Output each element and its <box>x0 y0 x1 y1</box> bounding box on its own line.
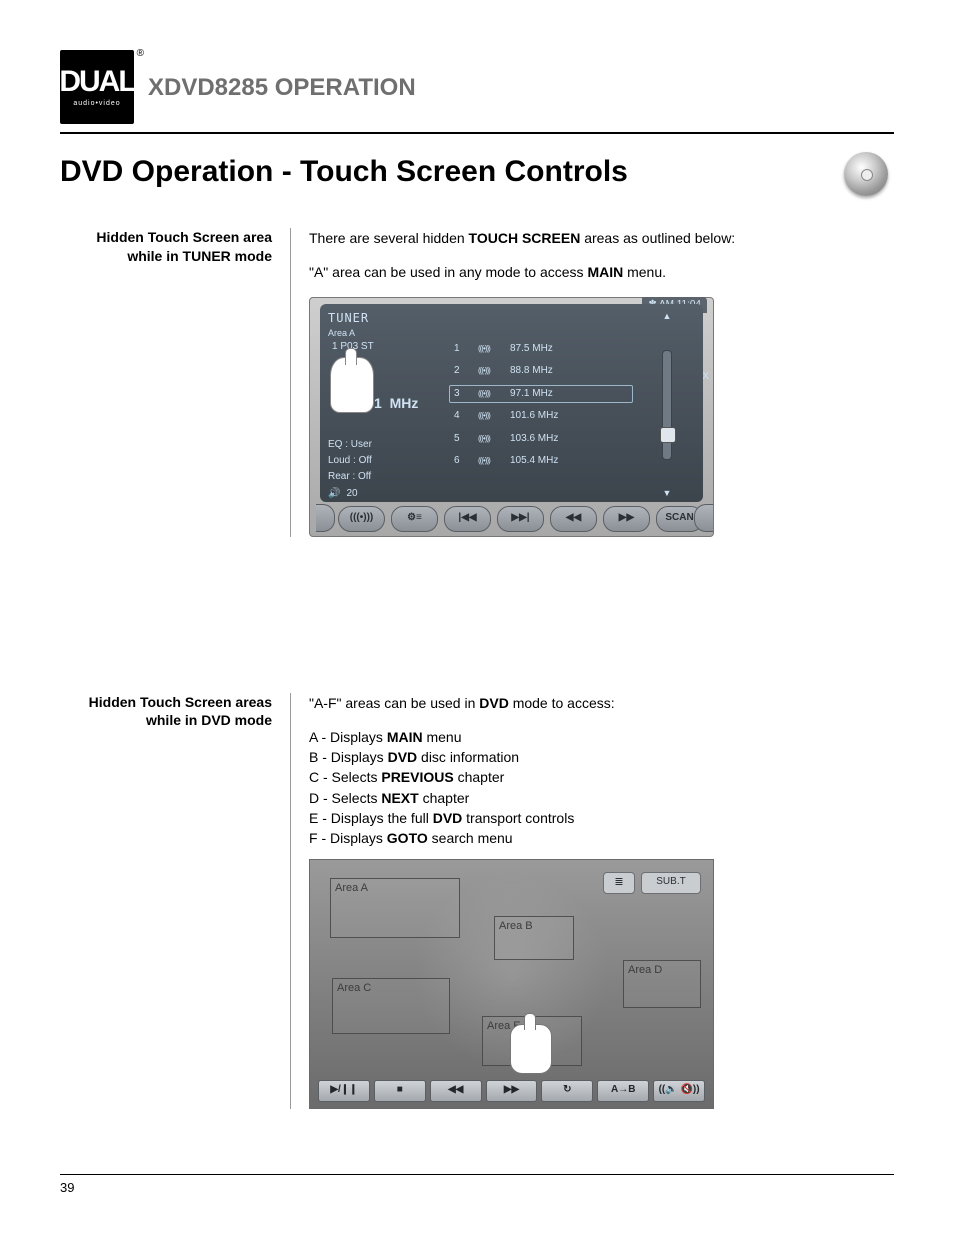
section1-content: There are several hidden TOUCH SCREEN ar… <box>290 228 894 537</box>
touch-area-d[interactable]: Area D <box>623 960 701 1008</box>
tuner-left-tab[interactable] <box>316 504 335 532</box>
registered-mark: ® <box>137 48 144 59</box>
radio-button[interactable]: (((•))) <box>338 506 385 532</box>
section2-side-label: Hidden Touch Screen areas while in DVD m… <box>60 693 290 1109</box>
touch-area-c[interactable]: Area C <box>332 978 450 1034</box>
logo-text: DUAL <box>59 67 134 97</box>
ab-repeat-button[interactable]: A→B <box>597 1080 649 1102</box>
tuner-eq: EQ : User <box>328 437 443 453</box>
area-e-desc: E - Displays the full DVD transport cont… <box>309 808 894 828</box>
tuner-preset-list: 187.5 MHz 288.8 MHz 397.1 MHz 4101.6 MHz… <box>449 310 633 502</box>
signal-icon <box>478 432 500 447</box>
preset-row[interactable]: 4101.6 MHz <box>449 407 633 426</box>
preset-row[interactable]: 288.8 MHz <box>449 362 633 381</box>
fast-forward-button[interactable]: ▶▶ <box>603 506 650 532</box>
logo-subtext: audio•video <box>73 100 120 107</box>
page-number: 39 <box>60 1180 74 1195</box>
signal-icon <box>478 364 500 379</box>
tuner-area-a-label: Area A <box>328 327 443 340</box>
touch-area-b[interactable]: Area B <box>494 916 574 960</box>
area-f-desc: F - Displays GOTO search menu <box>309 828 894 848</box>
tuner-screenshot: ✽ AM 11:04 DX TUNER Area A 1 P03 ST 1 MH… <box>309 297 714 537</box>
area-b-desc: B - Displays DVD disc information <box>309 747 894 767</box>
header-title: XDVD8285 OPERATION <box>148 74 416 102</box>
dvd-screenshot: ≣ SUB.T Area A Area B Area C Area D Area… <box>309 859 714 1109</box>
rewind-button[interactable]: ◀◀ <box>550 506 597 532</box>
section2-intro: "A-F" areas can be used in DVD mode to a… <box>309 693 894 713</box>
subtitle-button[interactable]: SUB.T <box>641 872 701 894</box>
tuner-volume: 20 <box>346 487 357 502</box>
section-name: OPERATION <box>275 74 416 101</box>
hand-pointer-icon <box>510 1024 552 1074</box>
play-pause-button[interactable]: ▶/❙❙ <box>318 1080 370 1102</box>
area-c-desc: C - Selects PREVIOUS chapter <box>309 767 894 787</box>
next-track-button[interactable]: ▶▶| <box>497 506 544 532</box>
tuner-loud: Loud : Off <box>328 453 443 469</box>
signal-icon <box>478 454 500 469</box>
section1-side-label: Hidden Touch Screen area while in TUNER … <box>60 228 290 537</box>
section1-intro: There are several hidden TOUCH SCREEN ar… <box>309 228 894 248</box>
arrow-up-icon[interactable] <box>663 310 672 325</box>
signal-icon <box>478 409 500 424</box>
fast-forward-button[interactable]: ▶▶ <box>486 1080 538 1102</box>
section2-content: "A-F" areas can be used in DVD mode to a… <box>290 693 894 1109</box>
arrow-down-icon[interactable] <box>663 487 672 502</box>
repeat-button[interactable]: ↻ <box>541 1080 593 1102</box>
preset-row-selected[interactable]: 397.1 MHz <box>449 385 633 404</box>
dvd-disc-icon <box>838 152 894 192</box>
touch-area-a[interactable]: Area A <box>330 878 460 938</box>
list-button[interactable]: ≣ <box>603 872 635 894</box>
page-title: DVD Operation - Touch Screen Controls <box>60 155 628 189</box>
area-d-desc: D - Selects NEXT chapter <box>309 788 894 808</box>
prev-track-button[interactable]: |◀◀ <box>444 506 491 532</box>
area-a-desc: A - Displays MAIN menu <box>309 727 894 747</box>
preset-row[interactable]: 6105.4 MHz <box>449 452 633 471</box>
preset-row[interactable]: 187.5 MHz <box>449 340 633 359</box>
speaker-icon: 🔊 <box>328 487 340 502</box>
signal-icon <box>478 342 500 357</box>
tuner-freq-label: 1 MHz <box>374 393 443 413</box>
section1-area-a-note: "A" area can be used in any mode to acce… <box>309 262 894 282</box>
preset-row[interactable]: 5103.6 MHz <box>449 430 633 449</box>
brand-logo: ® DUAL audio•video <box>60 50 134 124</box>
tuner-mode-label: TUNER <box>328 310 443 327</box>
settings-button[interactable]: ⚙≡ <box>391 506 438 532</box>
rewind-button[interactable]: ◀◀ <box>430 1080 482 1102</box>
model-number: XDVD8285 <box>148 74 268 101</box>
audio-button[interactable]: ((🔈 🔇)) <box>653 1080 705 1102</box>
tuner-rear: Rear : Off <box>328 469 443 485</box>
tuner-right-tab[interactable] <box>694 504 713 532</box>
header-divider <box>60 132 894 134</box>
stop-button[interactable]: ■ <box>374 1080 426 1102</box>
signal-icon <box>478 387 500 402</box>
footer-divider <box>60 1174 894 1175</box>
tuner-slider[interactable] <box>662 350 672 460</box>
hand-pointer-icon <box>330 357 374 413</box>
